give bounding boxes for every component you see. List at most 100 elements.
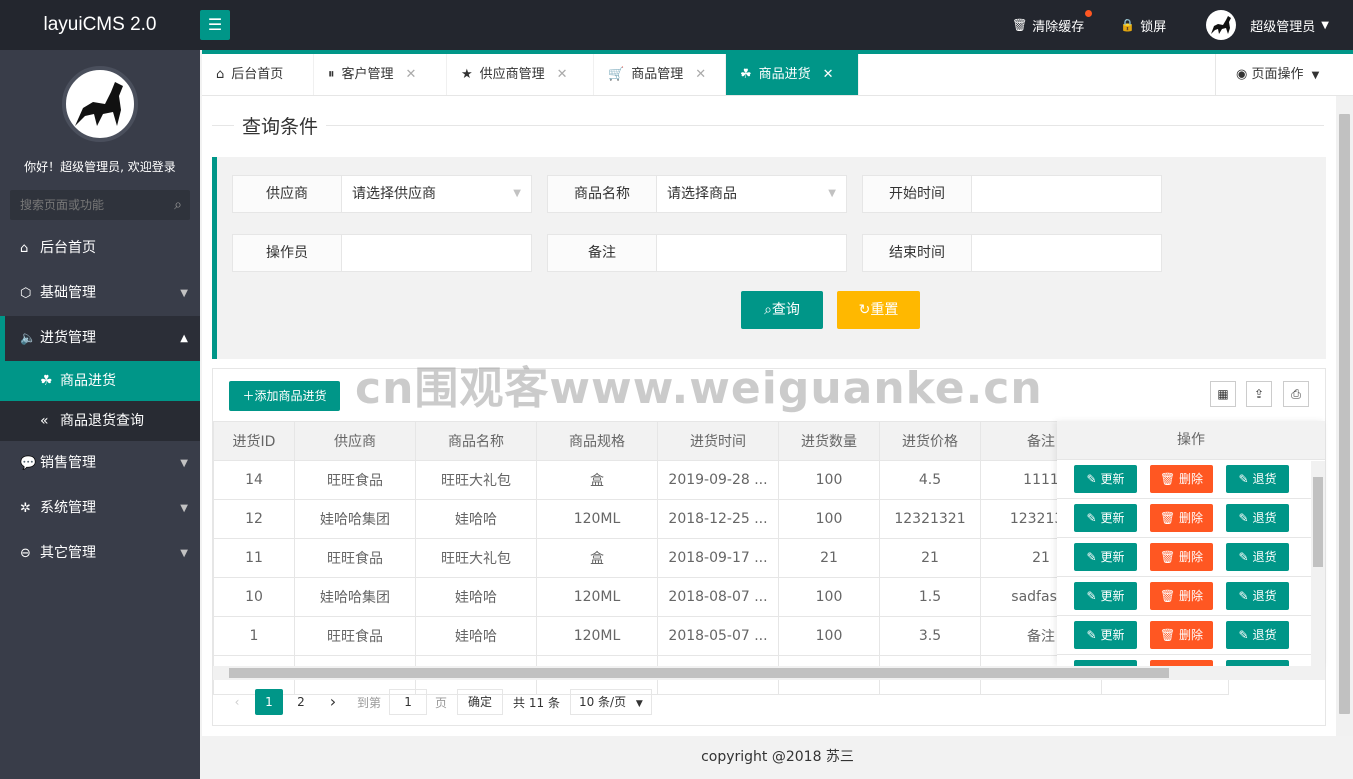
return-button[interactable]: ✎ 退货: [1226, 621, 1289, 649]
supplier-select[interactable]: 请选择供应商 ▼: [342, 175, 532, 213]
top-bar: layuiCMS 2.0 ☰ 🗑 清除缓存 🔒 锁屏 超级管理员 ▼: [0, 0, 1353, 50]
reset-button[interactable]: ↻重置: [837, 291, 920, 329]
page-size-select[interactable]: 10 条/页 ▼: [569, 689, 652, 715]
search-icon[interactable]: ⌕: [174, 190, 182, 220]
tab-goods-purchase[interactable]: ☘ 商品进货 ✕: [726, 54, 859, 95]
search-button[interactable]: ⌕查询: [741, 291, 823, 329]
print-icon[interactable]: ⎙: [1283, 381, 1309, 407]
total-count: 共 11 条: [513, 695, 560, 710]
page-operations-menu[interactable]: ◉ 页面操作 ▼: [1215, 54, 1353, 95]
close-icon[interactable]: ✕: [557, 67, 568, 82]
goods-select[interactable]: 请选择商品 ▼: [657, 175, 847, 213]
sidebar-item-basic[interactable]: ⬡ 基础管理 ▼: [0, 271, 200, 316]
lock-icon: 🔒: [1120, 18, 1136, 32]
delete-button[interactable]: 🗑 删除: [1150, 582, 1213, 610]
delete-button[interactable]: 🗑 删除: [1150, 504, 1213, 532]
end-time-input[interactable]: [972, 234, 1162, 272]
column-header[interactable]: 商品规格: [536, 421, 658, 461]
close-icon[interactable]: ✕: [406, 67, 417, 82]
prev-page-icon[interactable]: ‹: [223, 689, 251, 715]
sidebar-item-system[interactable]: ✲ 系统管理 ▼: [0, 486, 200, 531]
export-icon[interactable]: ⇪: [1246, 381, 1272, 407]
start-time-label: 开始时间: [862, 175, 972, 213]
sidebar-subitem-label: 商品进货: [60, 373, 116, 389]
tab-supplier[interactable]: ★ 供应商管理 ✕: [447, 54, 594, 95]
reset-button-label: 重置: [870, 302, 899, 318]
column-header[interactable]: 进货ID: [213, 421, 295, 461]
return-label: 退货: [1252, 511, 1277, 525]
page-number-current[interactable]: 1: [255, 689, 283, 715]
tab-customer[interactable]: ⏸ 客户管理 ✕: [314, 54, 447, 95]
chevron-down-icon: ▼: [1321, 19, 1329, 31]
clear-cache-label: 清除缓存: [1032, 19, 1085, 35]
table-vertical-scrollbar[interactable]: [1311, 461, 1325, 666]
sidebar-search-input[interactable]: 搜索页面或功能 ⌕: [10, 190, 190, 220]
return-button[interactable]: ✎ 退货: [1226, 543, 1289, 571]
return-button[interactable]: ✎ 退货: [1226, 465, 1289, 493]
next-page-icon[interactable]: ›: [319, 689, 347, 715]
page-number[interactable]: 2: [287, 689, 315, 715]
operator-label: 操作员: [232, 234, 342, 272]
end-time-label: 结束时间: [862, 234, 972, 272]
columns-filter-icon[interactable]: ▦: [1210, 381, 1236, 407]
table-cell: 娃哈哈: [415, 616, 537, 656]
scrollbar-thumb[interactable]: [229, 668, 1169, 678]
sidebar-item-label: 基础管理: [40, 285, 96, 301]
page-vertical-scrollbar[interactable]: [1336, 96, 1353, 736]
operator-input[interactable]: [342, 234, 532, 272]
return-button[interactable]: ✎ 退货: [1226, 582, 1289, 610]
delete-button[interactable]: 🗑 删除: [1150, 543, 1213, 571]
column-header[interactable]: 进货数量: [778, 421, 880, 461]
start-time-input[interactable]: [972, 175, 1162, 213]
delete-button[interactable]: 🗑 删除: [1150, 621, 1213, 649]
clear-cache-button[interactable]: 🗑 清除缓存: [1012, 9, 1093, 35]
update-button[interactable]: ✎ 更新: [1074, 621, 1137, 649]
table-cell: 12: [213, 499, 295, 539]
close-icon[interactable]: ✕: [695, 67, 706, 82]
supplier-label: 供应商: [232, 175, 342, 213]
sidebar-item-home[interactable]: ⌂ 后台首页: [0, 226, 200, 271]
update-button[interactable]: ✎ 更新: [1074, 582, 1137, 610]
sidebar-item-sales[interactable]: 💬 销售管理 ▼: [0, 441, 200, 486]
add-purchase-button[interactable]: ＋添加商品进货: [229, 381, 340, 411]
page-size-value: 10 条/页: [578, 695, 627, 709]
scrollbar-thumb[interactable]: [1313, 477, 1323, 567]
fire-icon: ☘: [40, 373, 53, 389]
column-header[interactable]: 商品名称: [415, 421, 537, 461]
goto-page-input[interactable]: 1: [389, 689, 428, 715]
dot-circle-icon: ◉: [1236, 67, 1248, 82]
sidebar-item-other[interactable]: ⊖ 其它管理 ▼: [0, 531, 200, 576]
sidebar: 你好！超级管理员, 欢迎登录 搜索页面或功能 ⌕ ⌂ 后台首页 ⬡ 基础管理 ▼ 🔈…: [0, 50, 200, 779]
update-button[interactable]: ✎ 更新: [1074, 465, 1137, 493]
trash-icon: 🗑: [1159, 550, 1176, 564]
ops-row-partial: [1057, 655, 1325, 666]
tab-home[interactable]: ⌂ 后台首页: [202, 54, 314, 95]
lock-screen-button[interactable]: 🔒 锁屏: [1120, 16, 1166, 35]
app-logo[interactable]: layuiCMS 2.0: [0, 0, 200, 50]
return-button[interactable]: ✎ 退货: [1226, 504, 1289, 532]
delete-button[interactable]: 🗑 删除: [1150, 465, 1213, 493]
sidebar-subitem-goods-purchase[interactable]: ☘ 商品进货: [0, 361, 200, 401]
close-icon[interactable]: ✕: [823, 67, 834, 82]
update-label: 更新: [1100, 472, 1125, 486]
goto-confirm-button[interactable]: 确定: [457, 689, 504, 715]
user-menu[interactable]: 超级管理员 ▼: [1206, 10, 1329, 40]
update-button[interactable]: ✎ 更新: [1074, 504, 1137, 532]
remark-input[interactable]: [657, 234, 847, 272]
tab-label: 客户管理: [341, 67, 394, 82]
menu-toggle-button[interactable]: ☰: [200, 10, 230, 40]
column-header[interactable]: 进货价格: [879, 421, 981, 461]
goods-name-label: 商品名称: [547, 175, 657, 213]
table-horizontal-scrollbar[interactable]: [213, 666, 1325, 680]
column-header[interactable]: 进货时间: [657, 421, 779, 461]
delete-label: 删除: [1179, 550, 1204, 564]
sidebar-subitem-return-query[interactable]: « 商品退货查询: [0, 401, 200, 441]
tab-goods[interactable]: 🛒 商品管理 ✕: [594, 54, 726, 95]
hamburger-icon: ☰: [207, 15, 223, 34]
scrollbar-thumb[interactable]: [1339, 114, 1350, 714]
column-header[interactable]: 供应商: [294, 421, 416, 461]
table-cell: 盒: [536, 538, 658, 578]
tab-label: 后台首页: [231, 67, 284, 82]
sidebar-item-purchase[interactable]: 🔈 进货管理 ▲: [0, 316, 200, 361]
update-button[interactable]: ✎ 更新: [1074, 543, 1137, 571]
